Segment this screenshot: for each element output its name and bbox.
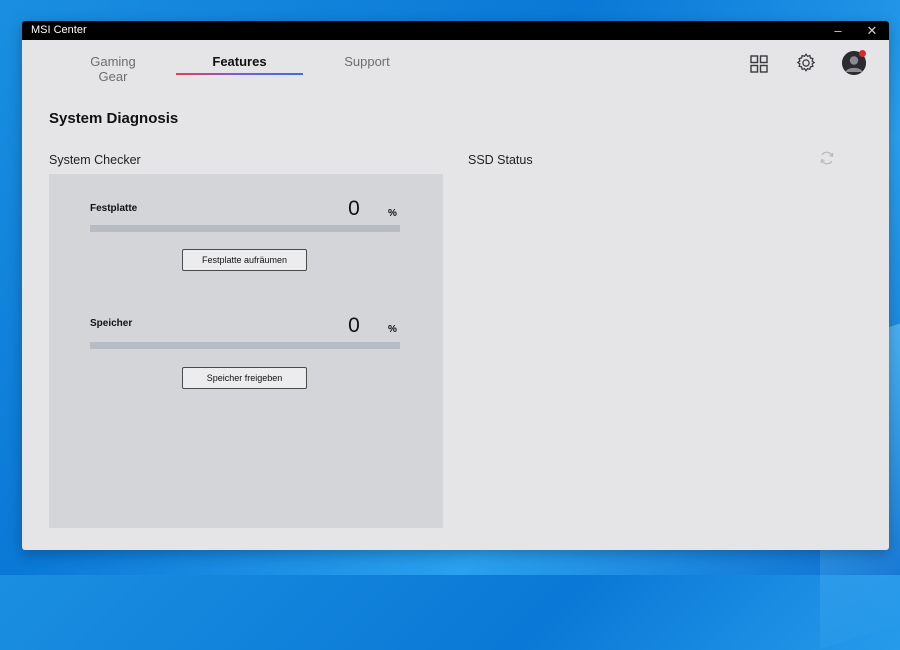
ssd-status-label: SSD Status: [468, 153, 533, 167]
window-title: MSI Center: [31, 24, 87, 36]
system-checker-panel: Festplatte 0 % Festplatte aufräumen Spei…: [49, 174, 443, 528]
speicher-progress-bar: [90, 342, 400, 349]
active-tab-indicator: [176, 73, 303, 75]
page-title: System Diagnosis: [49, 110, 179, 127]
festplatte-percent: 0: [348, 197, 360, 220]
speicher-label: Speicher: [90, 318, 133, 329]
msi-center-window: MSI Center – ✕ Gaming Gear Features Supp…: [22, 21, 889, 550]
settings-gear-icon[interactable]: [795, 52, 817, 74]
speicher-percent-unit: %: [388, 324, 397, 335]
festplatte-progress-bar: [90, 225, 400, 232]
tab-gaming-gear[interactable]: Gaming Gear: [76, 54, 150, 84]
tab-support[interactable]: Support: [338, 54, 396, 69]
festplatte-percent-unit: %: [388, 208, 397, 219]
notification-dot: [859, 50, 866, 57]
speicher-percent: 0: [348, 314, 360, 337]
festplatte-cleanup-button[interactable]: Festplatte aufräumen: [182, 249, 307, 271]
refresh-icon[interactable]: [818, 149, 836, 167]
minimize-button[interactable]: –: [824, 21, 852, 40]
tab-features[interactable]: Features: [176, 54, 303, 69]
close-button[interactable]: ✕: [858, 21, 886, 40]
apps-grid-icon[interactable]: [748, 53, 770, 75]
title-bar[interactable]: MSI Center – ✕: [22, 21, 889, 40]
system-checker-label: System Checker: [49, 153, 141, 167]
festplatte-label: Festplatte: [90, 203, 138, 214]
speicher-free-button[interactable]: Speicher freigeben: [182, 367, 307, 389]
